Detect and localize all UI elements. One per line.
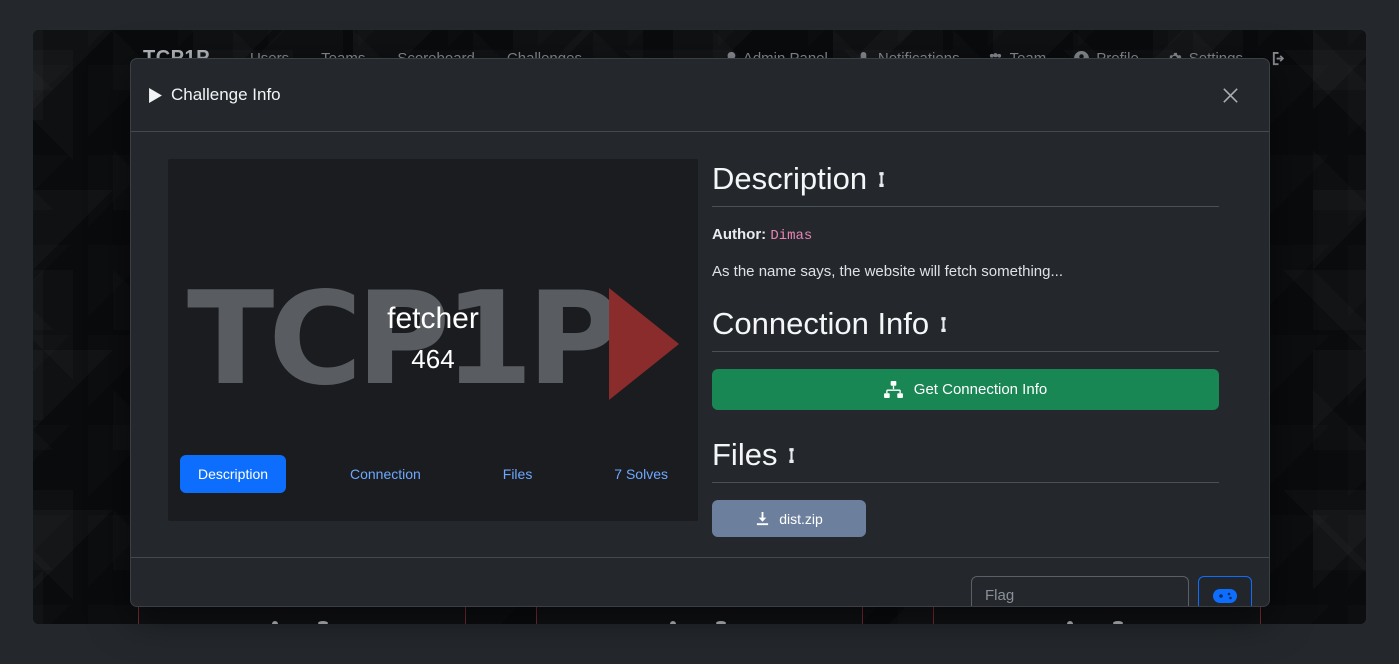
author-name: Dimas	[770, 228, 813, 244]
challenge-info-modal: Challenge Info TCP1P fetcher 464 Descrip…	[130, 58, 1270, 607]
modal-header: Challenge Info	[131, 59, 1269, 132]
points-stat	[315, 619, 337, 624]
files-heading: Files	[712, 437, 1219, 483]
connection-heading-text: Connection Info	[712, 306, 930, 341]
coins-icon	[1113, 621, 1124, 624]
description-heading-text: Description	[712, 161, 868, 196]
close-icon	[1222, 87, 1238, 103]
submit-flag-button[interactable]	[1198, 575, 1252, 606]
anchor-link-icon[interactable]	[877, 171, 886, 188]
tab-solves[interactable]: 7 Solves	[596, 455, 686, 493]
challenge-details: Description Author: Dimas As the name sa…	[712, 159, 1219, 537]
anchor-link-icon[interactable]	[787, 447, 796, 464]
author-line: Author: Dimas	[712, 226, 1219, 244]
modal-title-text: Challenge Info	[171, 85, 281, 104]
user-icon	[271, 621, 278, 624]
user-icon	[669, 621, 676, 624]
tab-files[interactable]: Files	[485, 455, 551, 493]
close-button[interactable]	[1215, 80, 1245, 110]
solves-stat	[267, 619, 289, 624]
get-connection-info-button[interactable]: Get Connection Info	[712, 369, 1219, 410]
sitemap-icon	[883, 381, 903, 398]
flag-input[interactable]	[971, 575, 1189, 606]
modal-footer	[131, 557, 1269, 606]
solves-stat	[665, 619, 687, 624]
challenge-name: fetcher	[387, 302, 479, 335]
file-download-button[interactable]: dist.zip	[712, 500, 866, 537]
coins-icon	[317, 621, 328, 624]
anchor-link-icon[interactable]	[939, 316, 948, 333]
challenge-tabs: Description Connection Files 7 Solves	[180, 455, 686, 493]
challenge-preview-card: TCP1P fetcher 464 Description Connection…	[168, 159, 698, 521]
tab-description[interactable]: Description	[180, 455, 287, 493]
files-heading-text: Files	[712, 437, 778, 472]
points-stat	[1110, 619, 1132, 624]
description-text: As the name says, the website will fetch…	[712, 263, 1063, 280]
download-icon	[757, 511, 769, 526]
author-label: Author:	[712, 226, 767, 243]
tab-connection[interactable]: Connection	[332, 455, 439, 493]
description-heading: Description	[712, 161, 1219, 207]
nav-item-logout[interactable]	[1271, 51, 1286, 66]
file-name-label: dist.zip	[779, 510, 823, 527]
points-stat	[713, 619, 735, 624]
modal-title: Challenge Info	[149, 85, 281, 105]
modal-body: TCP1P fetcher 464 Description Connection…	[131, 132, 1269, 557]
challenge-points: 464	[411, 344, 455, 374]
connection-heading: Connection Info	[712, 306, 1219, 352]
play-triangle-icon	[149, 87, 162, 103]
coins-icon	[715, 621, 726, 624]
screen-root: TCP1P Users Teams Scoreboard Challenges …	[0, 0, 1399, 664]
user-icon	[1067, 621, 1074, 624]
flag-submit-icon	[1213, 588, 1237, 603]
logout-icon	[1272, 51, 1285, 65]
get-connection-info-label: Get Connection Info	[913, 381, 1048, 398]
solves-stat	[1062, 619, 1084, 624]
